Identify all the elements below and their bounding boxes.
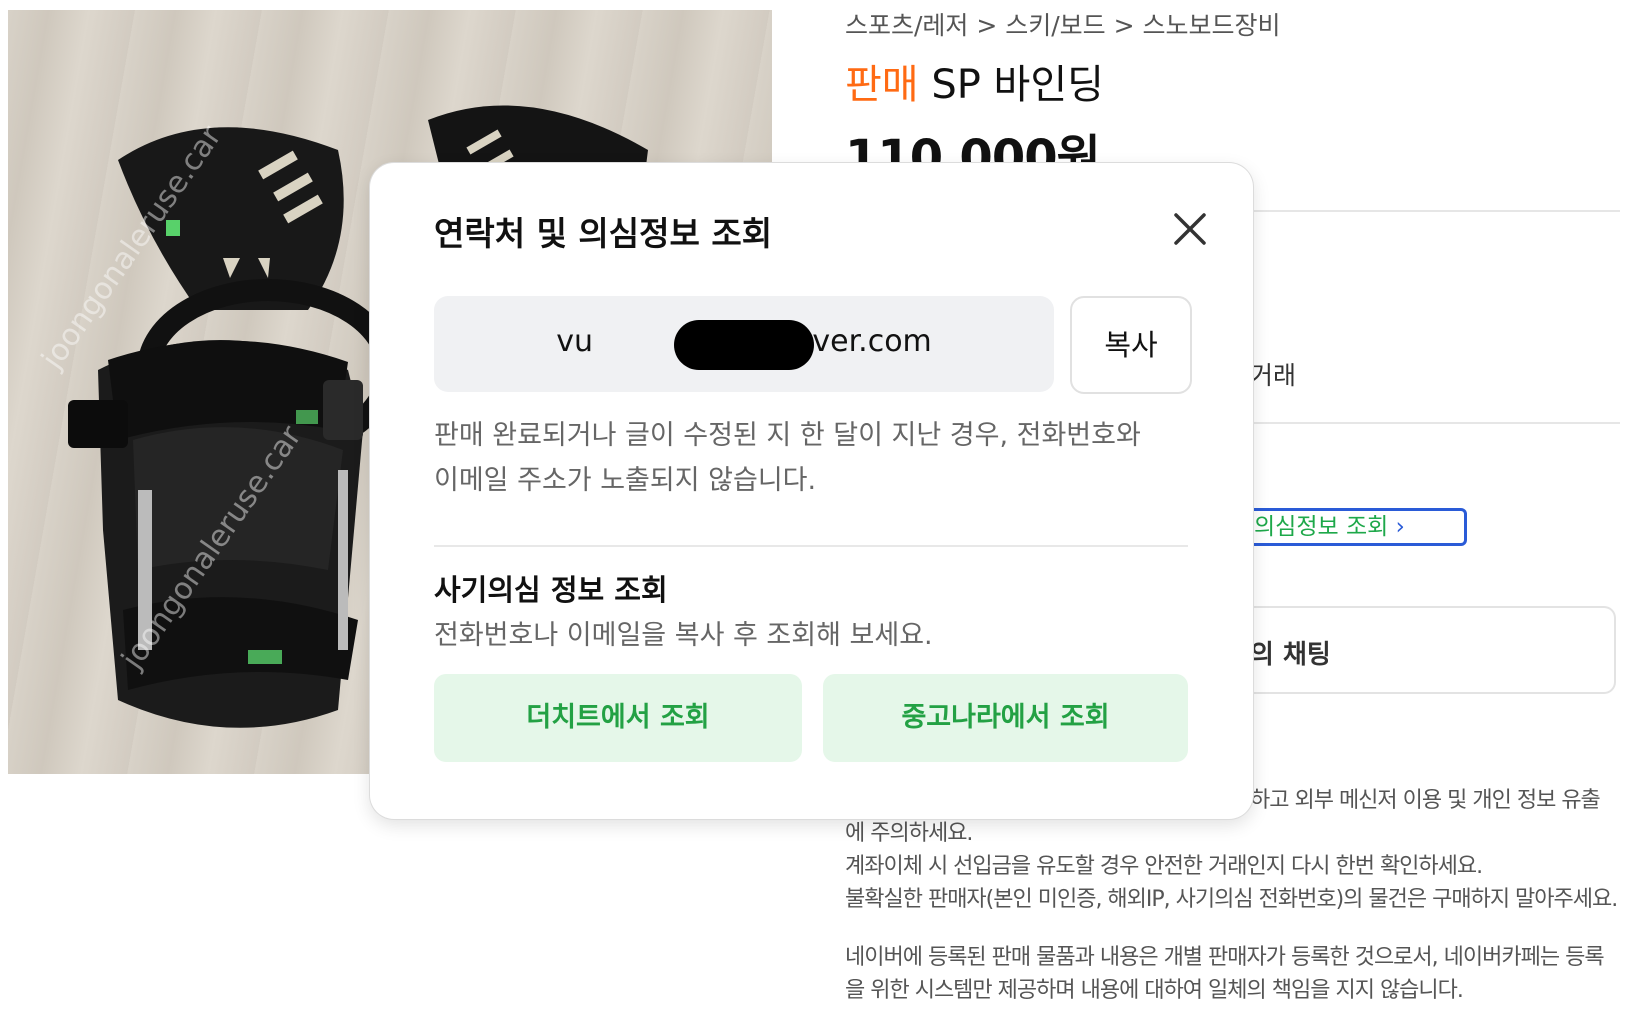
contact-lookup-modal: 연락처 및 의심정보 조회 vu @naver.com 복사 판매 완료되거나 글… xyxy=(370,163,1253,819)
divider xyxy=(1220,210,1620,212)
close-button[interactable] xyxy=(1170,209,1210,249)
fraud-link-label: 의심정보 조회 xyxy=(1254,514,1389,540)
notice-line: 계좌이체 시 선입금을 유도할 경우 안전한 거래인지 다시 한번 확인하세요. xyxy=(845,854,1483,879)
trade-text: 거래 xyxy=(1250,361,1297,390)
redaction-mark xyxy=(674,320,814,370)
breadcrumb[interactable]: 스포츠/레저 > 스키/보드 > 스노보드장비 xyxy=(845,6,1281,42)
close-icon xyxy=(1174,213,1206,245)
notice-line: 에 주의하세요. xyxy=(845,821,973,846)
exposure-notice: 판매 완료되거나 글이 수정된 지 한 달이 지난 경우, 전화번호와 이메일 … xyxy=(434,420,1141,496)
chevron-right-icon: › xyxy=(1395,514,1405,540)
notice-line: 을 위한 시스템만 제공하며 내용에 대하여 일체의 책임을 지지 않습니다. xyxy=(845,978,1464,1003)
joonggonara-lookup-button[interactable]: 중고나라에서 조회 xyxy=(823,674,1188,762)
chat-button[interactable]: 의 채팅 xyxy=(1200,606,1616,694)
section-description: 전화번호나 이메일을 복사 후 조회해 보세요. xyxy=(434,620,933,651)
email-field: vu @naver.com xyxy=(434,296,1054,392)
notice-line: 네이버에 등록된 판매 물품과 내용은 개별 판매자가 등록한 것으로서, 네이… xyxy=(845,945,1605,970)
notice-line: 불확실한 판매자(본인 미인증, 해외IP, 사기의심 전화번호)의 물건은 구… xyxy=(845,887,1618,912)
product-title: 판매 SP 바인딩 xyxy=(845,52,1104,110)
copy-button[interactable]: 복사 xyxy=(1070,296,1192,394)
divider xyxy=(1220,422,1620,424)
product-name: SP 바인딩 xyxy=(931,62,1104,108)
sale-label: 판매 xyxy=(845,62,919,108)
notice-line: 하고 외부 메신저 이용 및 개인 정보 유출 xyxy=(1250,788,1601,813)
thecheat-lookup-button[interactable]: 더치트에서 조회 xyxy=(434,674,802,762)
fraud-info-link[interactable]: 의심정보 조회 › xyxy=(1220,508,1467,546)
modal-title: 연락처 및 의심정보 조회 xyxy=(434,214,773,253)
section-title: 사기의심 정보 조회 xyxy=(434,573,668,607)
email-prefix: vu xyxy=(556,324,593,359)
divider xyxy=(434,545,1188,547)
chat-label: 의 채팅 xyxy=(1250,640,1331,670)
